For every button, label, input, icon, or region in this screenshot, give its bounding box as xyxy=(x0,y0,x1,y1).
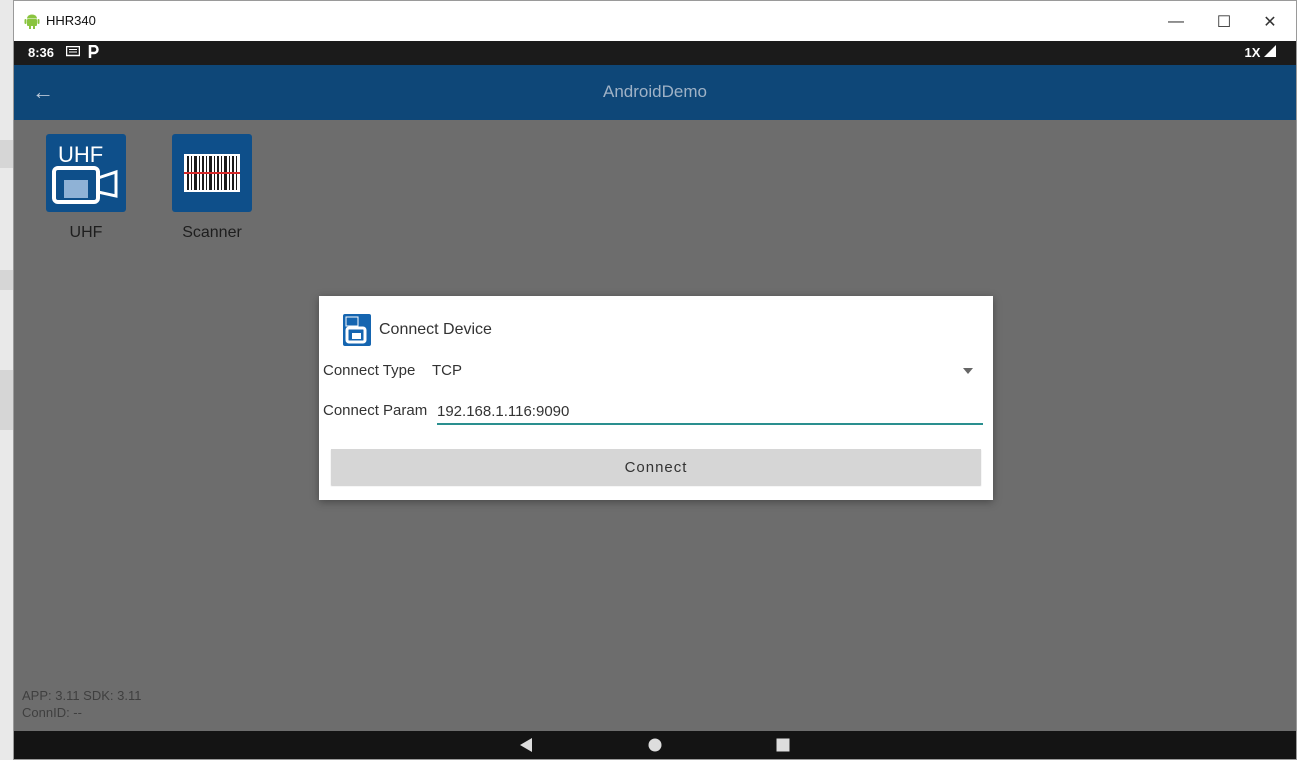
dialog-header: Connect Device xyxy=(343,314,492,346)
app-label-scanner: Scanner xyxy=(182,224,242,241)
app-label-uhf: UHF xyxy=(69,224,103,241)
minimize-button[interactable]: — xyxy=(1156,9,1196,35)
barcode-scanner-icon xyxy=(172,134,252,212)
conn-id-text: ConnID: -- xyxy=(22,705,82,720)
android-screen: 8:36 1X ← AndroidDemo UHF UHF Scanner AP… xyxy=(14,41,1296,759)
message-icon xyxy=(66,46,80,57)
version-text: APP: 3.11 SDK: 3.11 xyxy=(22,688,142,703)
connect-param-input[interactable] xyxy=(437,399,983,425)
network-label: 1X xyxy=(1244,45,1261,60)
action-bar-title: AndroidDemo xyxy=(603,82,707,101)
uhf-icon-text: UHF xyxy=(58,142,103,167)
connect-device-dialog: Connect Device Connect Type TCP Connect … xyxy=(319,296,993,500)
parking-icon xyxy=(88,45,99,58)
connect-param-label: Connect Param xyxy=(323,402,428,419)
maximize-button[interactable]: ☐ xyxy=(1204,9,1244,35)
rfid-icon xyxy=(343,314,371,346)
desktop-right-strip xyxy=(1296,0,1307,760)
status-bar: 8:36 1X xyxy=(14,41,1296,65)
status-time: 8:36 xyxy=(28,45,55,60)
title-bar[interactable]: HHR340 — ☐ ✕ xyxy=(14,1,1296,41)
dialog-title: Connect Device xyxy=(379,321,492,338)
connect-type-label: Connect Type xyxy=(323,362,416,379)
status-icons xyxy=(66,45,99,59)
status-right: 1X xyxy=(1244,45,1276,60)
connect-button[interactable]: Connect xyxy=(331,449,981,485)
app-tile-uhf[interactable]: UHF UHF xyxy=(46,134,126,242)
window-title: HHR340 xyxy=(46,13,96,28)
app-tile-scanner[interactable]: Scanner xyxy=(172,134,252,242)
action-bar: ← AndroidDemo xyxy=(14,65,1296,120)
desktop-left-strip xyxy=(0,0,13,760)
connect-type-row: Connect Type TCP xyxy=(323,362,983,386)
close-button[interactable]: ✕ xyxy=(1250,9,1290,35)
nav-recent-apps-icon[interactable] xyxy=(775,737,791,753)
nav-back-icon[interactable] xyxy=(519,737,533,753)
connect-param-row: Connect Param xyxy=(323,399,983,428)
navigation-bar xyxy=(14,731,1296,759)
connect-type-select[interactable]: TCP xyxy=(432,362,462,379)
dropdown-arrow-icon[interactable] xyxy=(963,368,973,374)
uhf-icon: UHF xyxy=(46,134,126,212)
nav-home-icon[interactable] xyxy=(647,737,663,753)
version-info: APP: 3.11 SDK: 3.11 ConnID: -- xyxy=(22,687,141,721)
signal-icon xyxy=(1264,45,1276,57)
android-icon xyxy=(24,14,40,29)
emulator-window: HHR340 — ☐ ✕ 8:36 1X ← AndroidDemo UHF U… xyxy=(13,0,1297,760)
